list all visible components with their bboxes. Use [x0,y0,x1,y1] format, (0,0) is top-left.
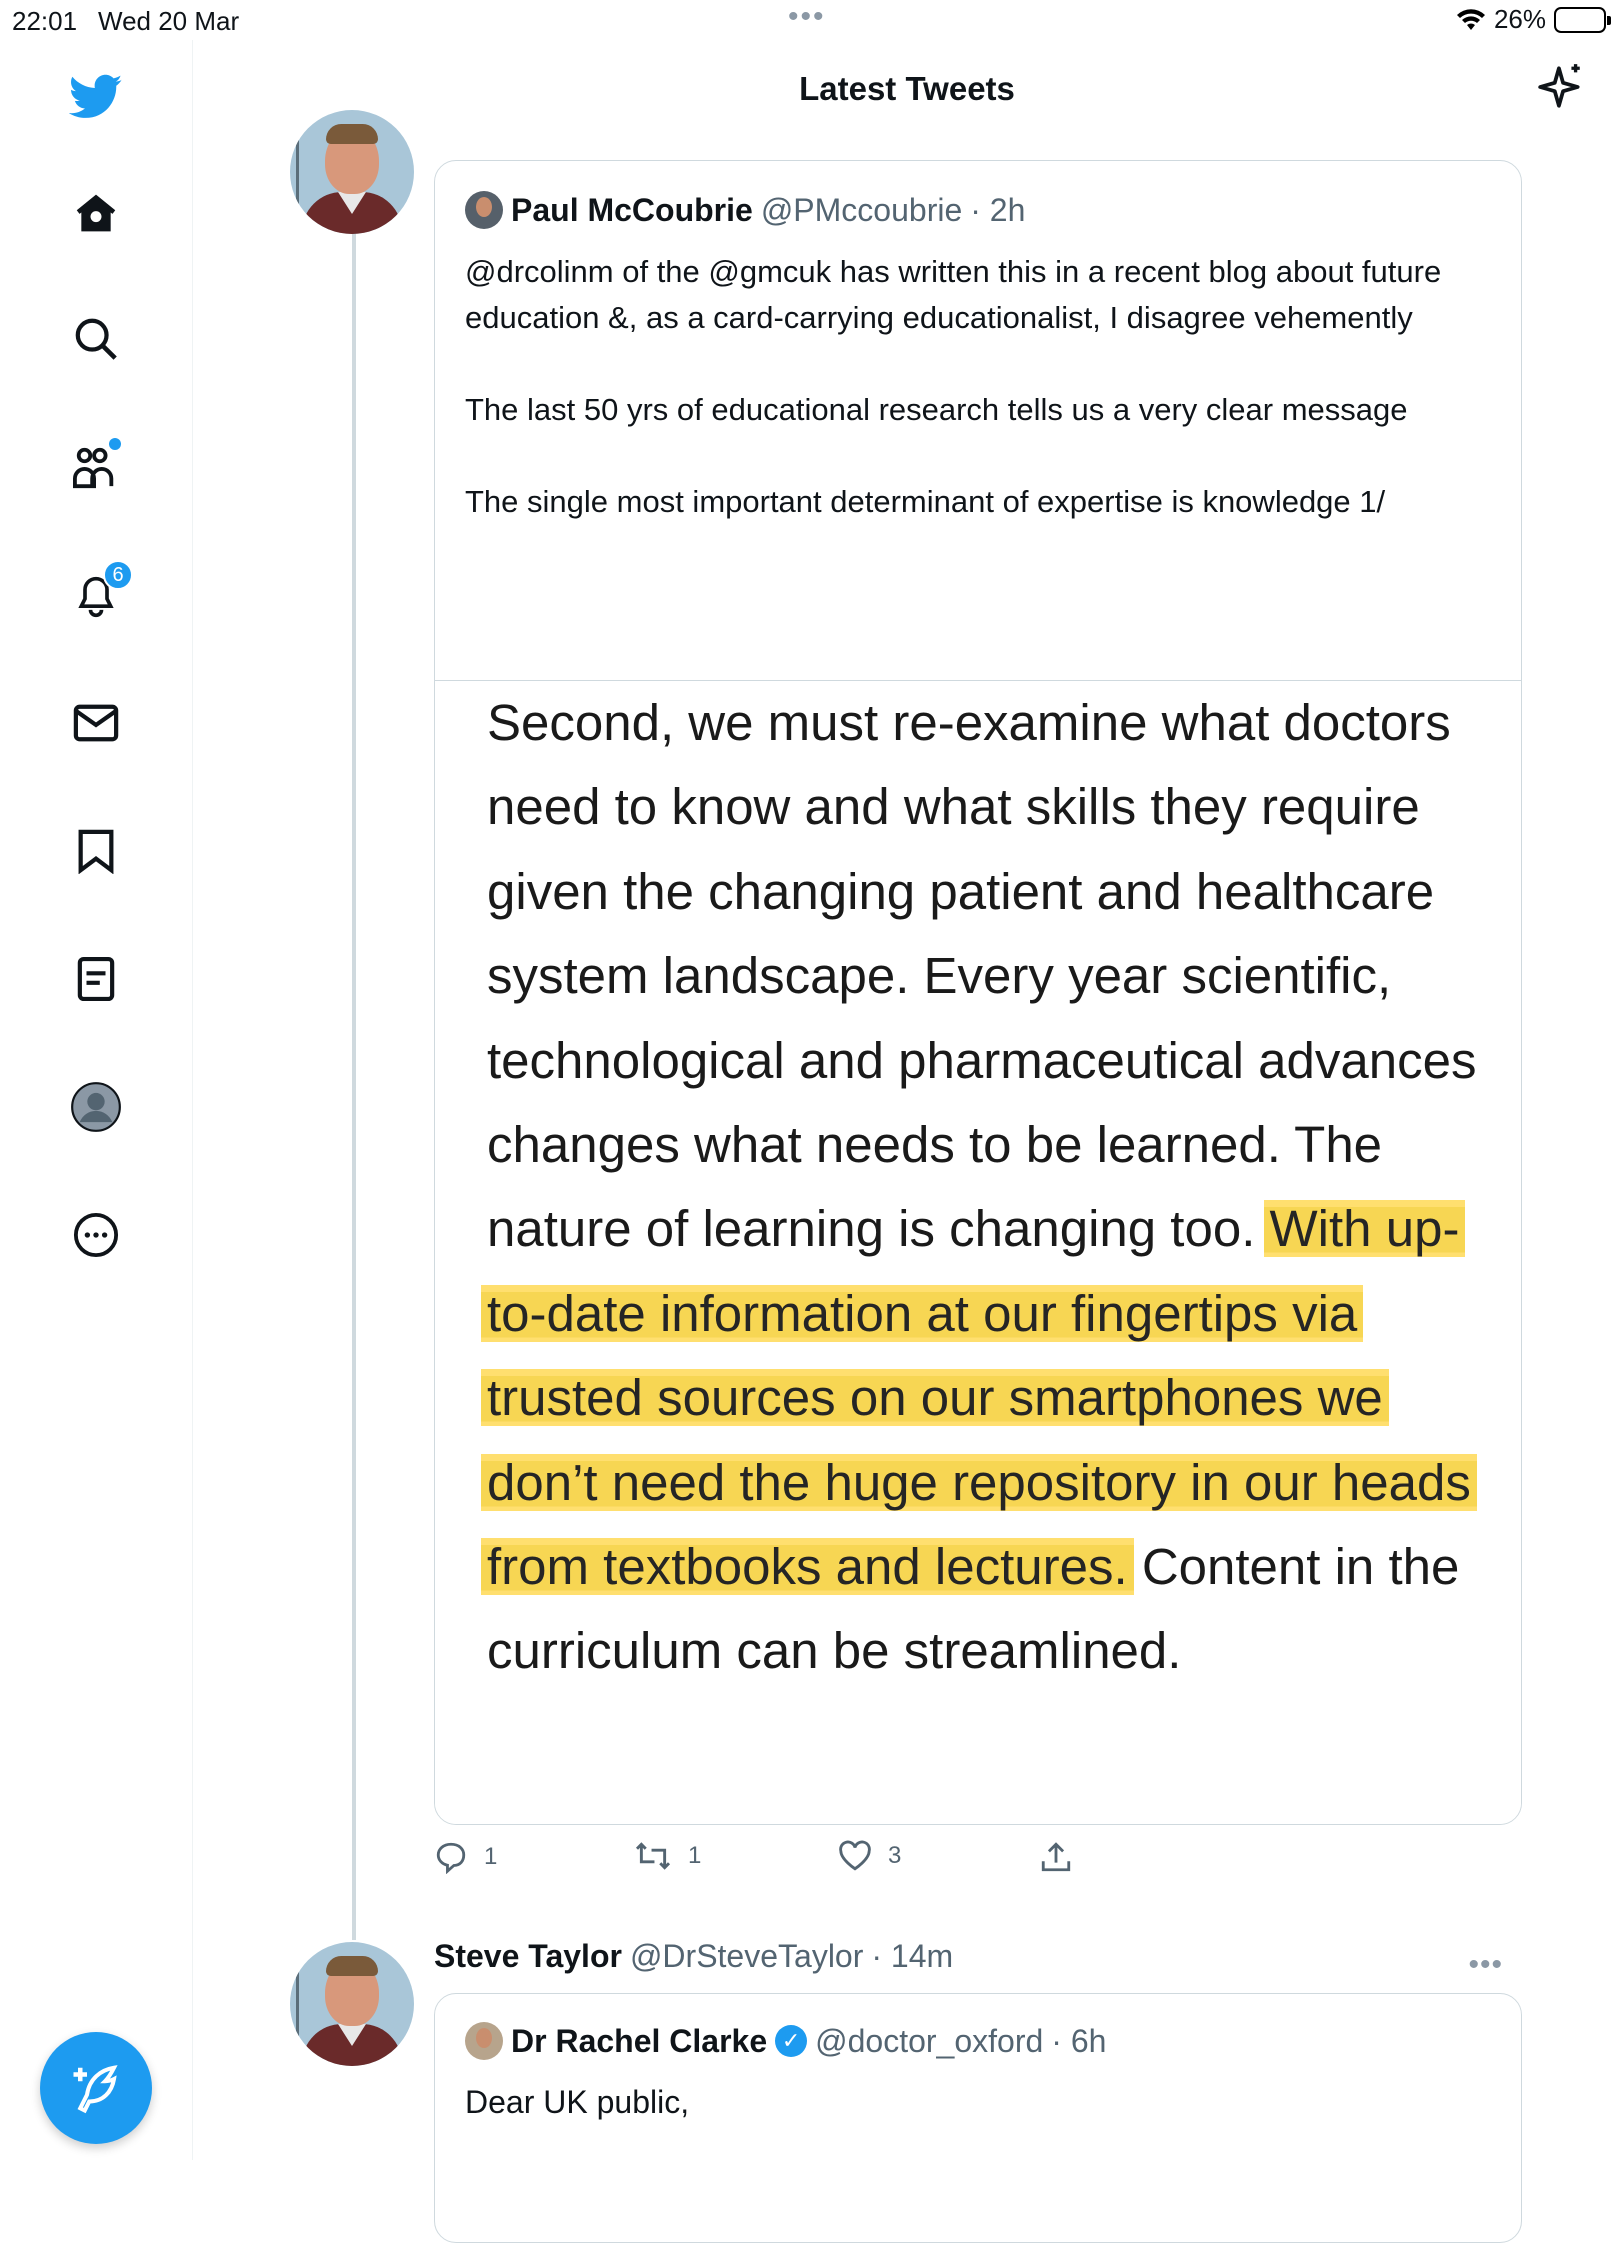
search-icon [75,318,117,360]
reply-icon [436,1842,466,1874]
quoted-paragraph: The last 50 yrs of educational research … [465,392,1408,427]
heart-icon [839,1840,871,1871]
tweet-header: Steve Taylor @DrSteveTaylor · 14m [434,1938,953,1975]
share-button[interactable] [1040,1840,1072,1874]
like-button[interactable]: 3 [838,1840,901,1872]
quoted-author-handle: @PMccoubrie [760,191,963,228]
home-icon [76,194,116,232]
page-title: Latest Tweets [799,70,1015,107]
sidebar-item-notifications[interactable]: 6 [67,560,133,626]
retweet-button[interactable]: 1 [634,1840,701,1872]
compose-tweet-button[interactable] [40,2032,152,2144]
image-text: Second, we must re-examine what doctors … [481,681,1497,1694]
sidebar-item-messages[interactable] [67,694,125,752]
retweet-icon [635,1842,671,1870]
sidebar-item-lists[interactable] [67,950,125,1008]
like-count: 3 [888,1842,902,1869]
author-name[interactable]: Steve Taylor [434,1938,622,1975]
share-icon [1041,1842,1071,1872]
quoted-paragraph: The single most important determinant of… [465,484,1386,519]
avatar[interactable] [290,110,414,234]
status-time: 22:01 [12,6,78,36]
sidebar-item-home[interactable] [67,184,125,242]
quoted-paragraph: @drcolinm of the @gmcuk has written this… [465,254,1442,335]
quoted-author-name: Dr Rachel Clarke [511,2022,768,2059]
sidebar-item-profile[interactable] [67,1078,125,1136]
wifi-icon [1456,8,1485,30]
tweet-actions: 1 1 3 [434,1840,1134,1884]
communities-dot [109,438,121,450]
quoted-avatar [465,191,503,229]
quoted-avatar [465,2022,503,2060]
sidebar-item-search[interactable] [67,310,125,368]
image-text-highlight: With up-to-date information at our finge… [481,1200,1477,1596]
quoted-tweet-text: Dear UK public, [465,2084,690,2120]
reply-count: 1 [484,1843,498,1870]
profile-icon [71,1082,121,1132]
tweet-time: · 14m [871,1938,954,1974]
compose-icon [73,2065,118,2114]
mail-icon [73,704,119,742]
quoted-author-name: Paul McCoubrie [511,191,753,228]
quoted-tweet-text: @drcolinm of the @gmcuk has written this… [465,249,1485,525]
quoted-tweet-header: Dr Rachel Clarke ✓ @doctor_oxford · 6h [465,2022,1106,2060]
sidebar: 6 [0,40,193,2160]
sidebar-item-more[interactable] [67,1206,125,1264]
reply-button[interactable]: 1 [434,1840,497,1874]
quoted-tweet-time: · 6h [1051,2022,1107,2059]
sidebar-item-communities[interactable] [67,438,125,496]
more-options-icon[interactable]: ••• [1468,1948,1503,1982]
avatar[interactable] [290,1942,414,2066]
quoted-tweet[interactable]: Paul McCoubrie @PMccoubrie · 2h @drcolin… [434,160,1522,1825]
status-date: Wed 20 Mar [98,6,240,36]
multitasking-dots-icon[interactable]: ••• [788,0,826,34]
battery-icon [1554,6,1611,33]
quoted-author-handle: @doctor_oxford [815,2022,1044,2059]
quoted-tweet-image[interactable]: Second, we must re-examine what doctors … [435,680,1521,1824]
battery-percent: 26% [1493,4,1546,34]
verified-badge-icon: ✓ [775,2025,808,2057]
timeline-header: Latest Tweets [194,40,1620,140]
thread-connector [352,230,356,1940]
retweet-count: 1 [688,1842,702,1869]
twitter-logo-icon[interactable] [67,68,125,126]
communities-icon [73,447,114,489]
author-handle: @DrSteveTaylor [629,1938,864,1974]
list-icon [77,956,115,1002]
sparkle-icon[interactable] [1536,62,1586,117]
quoted-tweet[interactable]: Dr Rachel Clarke ✓ @doctor_oxford · 6h D… [434,1993,1522,2243]
status-right: 26% [1456,4,1611,35]
bookmark-icon [78,829,114,874]
quoted-tweet-time: · 2h [970,191,1026,228]
image-text-before: Second, we must re-examine what doctors … [487,694,1477,1258]
more-icon [73,1212,119,1258]
sidebar-item-bookmarks[interactable] [67,822,125,880]
status-bar: 22:01 Wed 20 Mar ••• 26% [0,0,1620,40]
quoted-tweet-header: Paul McCoubrie @PMccoubrie · 2h [465,191,1025,229]
notifications-badge: 6 [103,560,133,590]
